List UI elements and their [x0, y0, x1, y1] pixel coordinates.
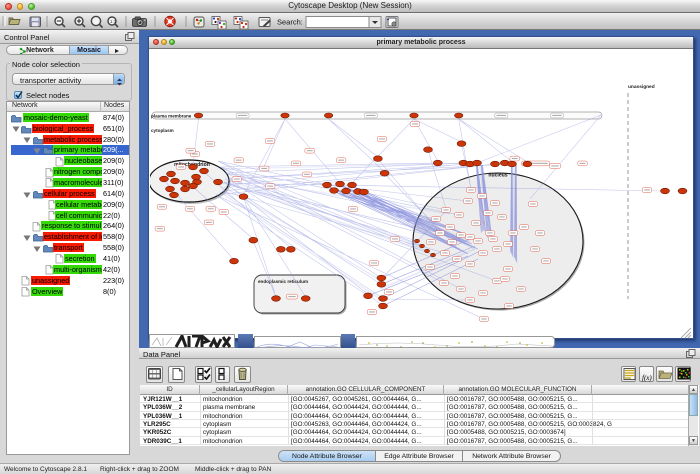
svg-text:unassigned: unassigned: [628, 84, 655, 90]
svg-text:endoplasmic reticulum: endoplasmic reticulum: [258, 279, 308, 284]
svg-text:cytoplasm: cytoplasm: [151, 128, 174, 133]
svg-text:nucleus: nucleus: [488, 172, 507, 178]
svg-text:plasma membrane: plasma membrane: [151, 113, 192, 118]
svg-text:1:1: 1:1: [110, 19, 117, 24]
svg-text:Search:: Search:: [277, 18, 303, 27]
